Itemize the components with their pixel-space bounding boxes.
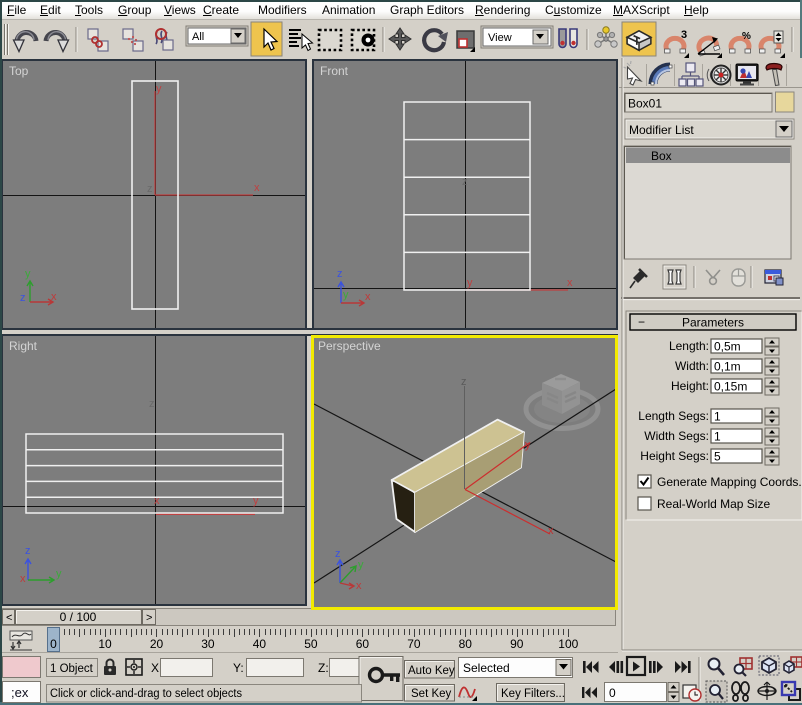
- svg-text:View: View: [488, 32, 512, 44]
- svg-text:Width Segs:: Width Segs:: [644, 429, 709, 443]
- svg-text:y: y: [253, 495, 259, 507]
- svg-text:y: y: [56, 568, 62, 580]
- svg-text:x: x: [365, 291, 371, 303]
- svg-text:0: 0: [50, 637, 57, 651]
- svg-text:Perspective: Perspective: [318, 339, 381, 353]
- svg-text:Set Key: Set Key: [411, 688, 452, 700]
- svg-text:60: 60: [356, 637, 370, 651]
- svg-text:Real-World Map Size: Real-World Map Size: [657, 497, 770, 511]
- svg-text:x: x: [154, 495, 160, 507]
- svg-text:Box01: Box01: [628, 97, 662, 111]
- svg-text:Click or click-and-drag to sel: Click or click-and-drag to select object…: [50, 688, 242, 700]
- svg-text:y: y: [343, 289, 349, 301]
- svg-text:Front: Front: [320, 64, 349, 78]
- svg-text:Generate Mapping Coords.: Generate Mapping Coords.: [657, 475, 802, 489]
- svg-text:Selected: Selected: [463, 661, 510, 675]
- svg-text:0: 0: [609, 686, 616, 700]
- svg-text:30: 30: [201, 637, 215, 651]
- svg-text:z: z: [337, 268, 343, 280]
- svg-text:Y:: Y:: [233, 661, 244, 675]
- svg-text:y: y: [25, 268, 31, 280]
- svg-text:Key Filters...: Key Filters...: [501, 688, 565, 700]
- svg-text:1 Object: 1 Object: [50, 663, 94, 675]
- svg-text:0,15m: 0,15m: [714, 380, 747, 394]
- svg-text:90: 90: [510, 637, 524, 651]
- svg-text:y: y: [156, 83, 162, 95]
- svg-text:Height Segs:: Height Segs:: [640, 449, 709, 463]
- svg-text:Width:: Width:: [675, 359, 709, 373]
- svg-text:Length Segs:: Length Segs:: [638, 409, 709, 423]
- svg-text:100: 100: [558, 637, 578, 651]
- svg-text:Length:: Length:: [669, 339, 709, 353]
- svg-text:<: <: [6, 612, 12, 624]
- svg-text:0,5m: 0,5m: [714, 340, 741, 354]
- svg-text:%: %: [742, 31, 751, 42]
- svg-text:80: 80: [459, 637, 473, 651]
- svg-text:40: 40: [253, 637, 267, 651]
- svg-text:z: z: [25, 545, 31, 557]
- svg-text:y: y: [358, 559, 364, 571]
- svg-text:Right: Right: [9, 339, 38, 353]
- svg-text:50: 50: [304, 637, 318, 651]
- svg-text:Height:: Height:: [671, 379, 709, 393]
- svg-text:z: z: [461, 376, 467, 388]
- svg-text:;ex: ;ex: [11, 685, 29, 700]
- svg-text:z: z: [147, 183, 153, 195]
- svg-text:−: −: [638, 315, 645, 329]
- svg-text:y: y: [525, 439, 531, 451]
- svg-text:x: x: [567, 277, 573, 289]
- svg-text:x: x: [20, 573, 26, 585]
- svg-text:5: 5: [714, 450, 721, 464]
- svg-text:0,1m: 0,1m: [714, 360, 741, 374]
- svg-text:Modifier List: Modifier List: [629, 123, 694, 137]
- svg-text:x: x: [548, 525, 554, 537]
- svg-text:All: All: [192, 31, 204, 43]
- svg-text:10: 10: [98, 637, 112, 651]
- svg-text:70: 70: [407, 637, 421, 651]
- svg-text:>: >: [146, 612, 152, 624]
- svg-text:x: x: [356, 580, 362, 592]
- svg-text:Box: Box: [651, 149, 672, 163]
- svg-text:1: 1: [714, 430, 721, 444]
- svg-text:Z:: Z:: [318, 661, 329, 675]
- svg-text:Top: Top: [9, 64, 29, 78]
- svg-text:Parameters: Parameters: [682, 316, 744, 330]
- svg-text:z: z: [335, 548, 341, 560]
- svg-text:20: 20: [150, 637, 164, 651]
- svg-text:Auto Key: Auto Key: [408, 665, 455, 677]
- svg-text:x: x: [254, 182, 260, 194]
- svg-text:z: z: [462, 176, 468, 188]
- svg-text:z: z: [149, 398, 155, 410]
- svg-text:z: z: [20, 292, 26, 304]
- svg-text:1: 1: [714, 410, 721, 424]
- svg-text:0 / 100: 0 / 100: [60, 610, 97, 624]
- svg-text:y: y: [467, 277, 473, 289]
- svg-text:3: 3: [681, 29, 687, 41]
